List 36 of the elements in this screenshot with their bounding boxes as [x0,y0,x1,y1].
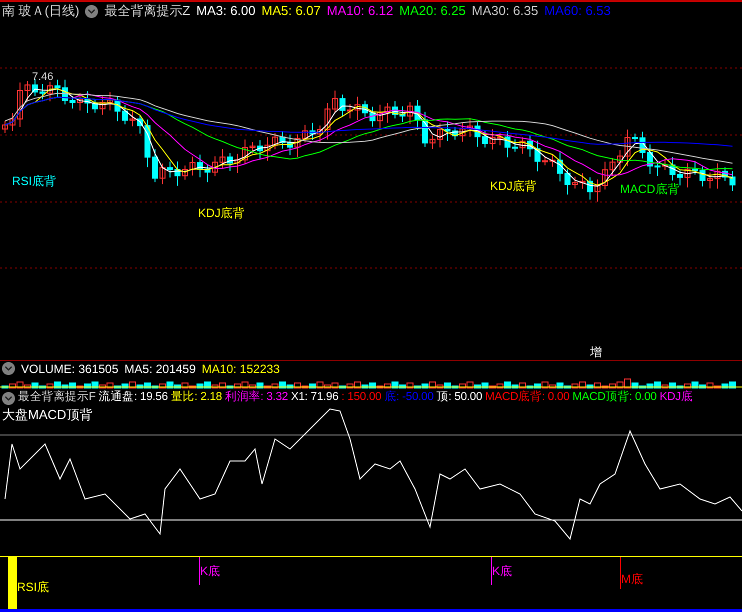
ma-value: MA10: 6.12 [326,2,394,20]
divergence-label: MACD底背 [620,183,680,195]
indicator-name: 最全背离提示F [18,389,96,406]
signal-label: K底 [200,565,220,577]
indicator-name: 最全背离提示Z [104,2,190,20]
ma-value: MA60: 6.53 [544,2,611,20]
panel-title: 大盘MACD顶背 [2,408,92,421]
indicator-value: 量比: 2.18 [170,390,222,406]
divergence-label: KDJ底背 [490,180,537,192]
indicator-value: 利润率: 3.32 [224,389,288,406]
high-price-label: 7.46 [32,72,54,83]
indicator-value: KDJ底 [660,389,693,406]
indicator-value: X1: 71.96 [290,390,338,406]
ma-value: MA20: 6.25 [399,2,466,20]
volume-value: VOLUME: 361505 [21,360,118,378]
ma-value: MA30: 6.35 [472,2,538,20]
signal-label: K底 [492,565,512,577]
signal-label: RSI底 [17,581,50,593]
indicator-value: MACD底背: 0.00 [485,389,570,406]
dropdown-icon[interactable] [85,4,98,18]
dropdown-icon[interactable] [2,362,15,375]
ma-value: MA5: 6.07 [262,2,321,20]
dropdown-icon[interactable] [2,392,15,404]
signal-label: M底 [621,573,643,585]
indicator-value: 底: -50.00 [384,389,434,406]
indicator-value: 顶: 50.00 [436,390,482,406]
divergence-label: KDJ底背 [198,207,245,219]
volume-value: MA5: 201459 [124,360,196,378]
divergence-label: RSI底背 [12,175,56,187]
stock-title: 南 玻Ａ(日线) [2,2,80,20]
indicator-value: 流通盘: 19.56 [98,389,168,406]
indicator-value: MACD顶背: 0.00 [572,390,657,406]
ma-value: MA3: 6.00 [196,2,256,20]
marker-label: 增 [590,346,602,358]
indicator-value: : 150.00 [341,390,382,406]
volume-value: MA10: 152233 [202,360,280,378]
